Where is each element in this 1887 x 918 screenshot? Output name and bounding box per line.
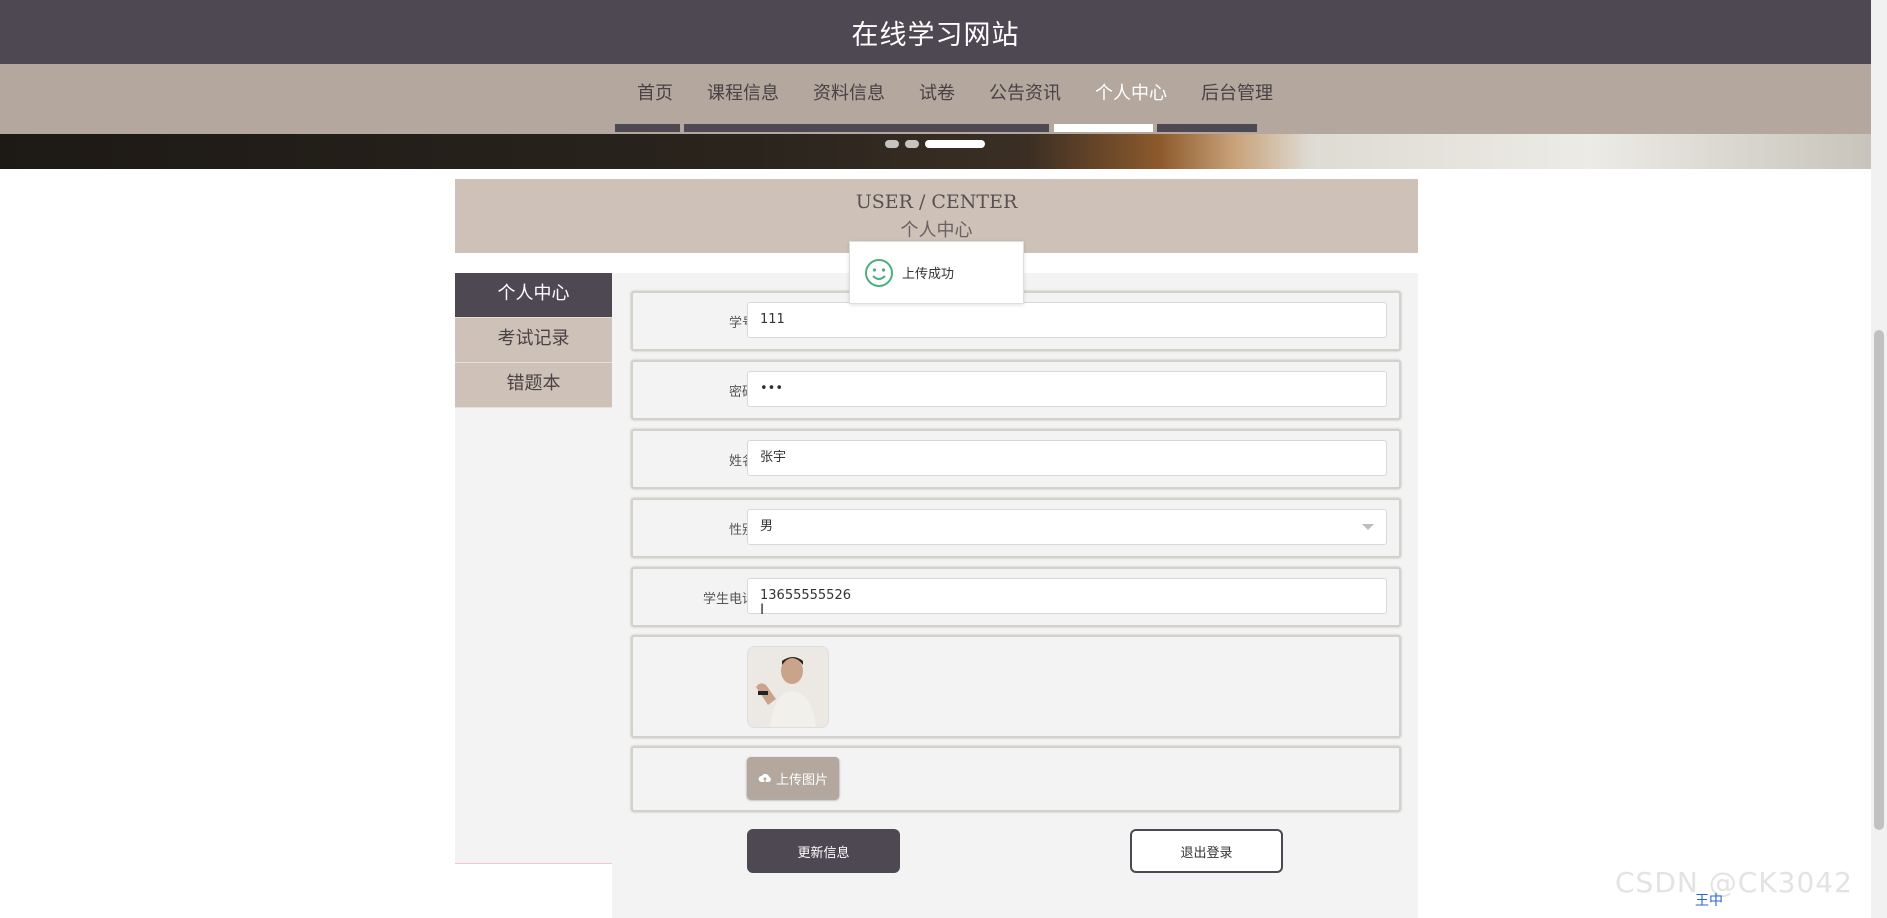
gender-select[interactable]: 男 (747, 509, 1387, 545)
text-cursor-icon: I (760, 602, 765, 618)
nav-underline-group (684, 124, 1049, 132)
name-label: 姓名 (728, 454, 755, 469)
form-row-upload: 上传图片 (631, 746, 1401, 812)
ime-status-text: 王中 (1695, 893, 1723, 909)
carousel-dot-active[interactable] (925, 140, 985, 148)
password-input[interactable]: ••• (747, 371, 1387, 407)
csdn-watermark: CSDN @CK3042 (1615, 866, 1853, 899)
logout-button[interactable]: 退出登录 (1130, 829, 1283, 873)
user-center-cn-title: 个人中心 (900, 220, 973, 241)
gender-select-value: 男 (760, 519, 774, 534)
ime-toolbar[interactable]: 王中 (1695, 890, 1723, 910)
sidebar-item-personal-center[interactable]: 个人中心 (455, 273, 612, 318)
name-input[interactable]: 张宇 (747, 440, 1387, 476)
avatar-image (747, 646, 829, 728)
carousel-dot[interactable] (885, 140, 899, 148)
form-row-password: 密码 ••• (631, 360, 1401, 420)
cloud-upload-icon (758, 773, 771, 782)
form-row-phone: 学生电话 13655555526 (631, 567, 1401, 627)
carousel-dots (885, 140, 985, 148)
upload-success-toast: 上传成功 (849, 241, 1024, 304)
page-scrollbar[interactable] (1871, 0, 1887, 918)
update-info-button[interactable]: 更新信息 (747, 829, 900, 873)
profile-form: 学号 111 密码 ••• 姓名 张宇 性别 男 学生电话 1365555552… (612, 273, 1418, 918)
site-header: 在线学习网站 (0, 0, 1871, 64)
nav-item-materials[interactable]: 资料信息 (796, 64, 902, 124)
upload-image-button[interactable]: 上传图片 (747, 757, 839, 799)
form-row-gender: 性别 男 (631, 498, 1401, 558)
scrollbar-thumb[interactable] (1874, 330, 1884, 830)
sidebar: 个人中心 考试记录 错题本 (455, 273, 612, 864)
carousel-dot[interactable] (905, 140, 919, 148)
nav-item-home[interactable]: 首页 (620, 64, 690, 124)
gender-label: 性别 (728, 523, 755, 538)
nav-item-admin[interactable]: 后台管理 (1184, 64, 1290, 124)
nav-underline-active (1054, 124, 1153, 132)
chevron-down-icon (1362, 524, 1374, 530)
form-row-name: 姓名 张宇 (631, 429, 1401, 489)
student-id-input[interactable]: 111 (747, 302, 1387, 338)
upload-image-label: 上传图片 (775, 772, 828, 788)
phone-input[interactable]: 13655555526 (747, 578, 1387, 614)
sidebar-item-exam-records[interactable]: 考试记录 (455, 318, 612, 363)
sidebar-item-mistake-book[interactable]: 错题本 (455, 363, 612, 408)
nav-underline-home (615, 124, 680, 132)
site-title: 在线学习网站 (851, 19, 1020, 51)
nav-underline-admin (1157, 124, 1257, 132)
student-id-label: 学号 (728, 316, 755, 331)
smile-icon (865, 258, 893, 287)
user-center-en-title: USER / CENTER (855, 191, 1018, 213)
phone-label: 学生电话 (702, 592, 755, 607)
nav-item-personal-center[interactable]: 个人中心 (1078, 64, 1184, 124)
avatar-photo-icon (748, 647, 828, 727)
nav-item-courses[interactable]: 课程信息 (690, 64, 796, 124)
nav-item-news[interactable]: 公告资讯 (972, 64, 1078, 124)
toast-message: 上传成功 (902, 267, 955, 282)
nav-item-exams[interactable]: 试卷 (902, 64, 972, 124)
password-label: 密码 (728, 385, 755, 400)
form-row-avatar (631, 635, 1401, 738)
